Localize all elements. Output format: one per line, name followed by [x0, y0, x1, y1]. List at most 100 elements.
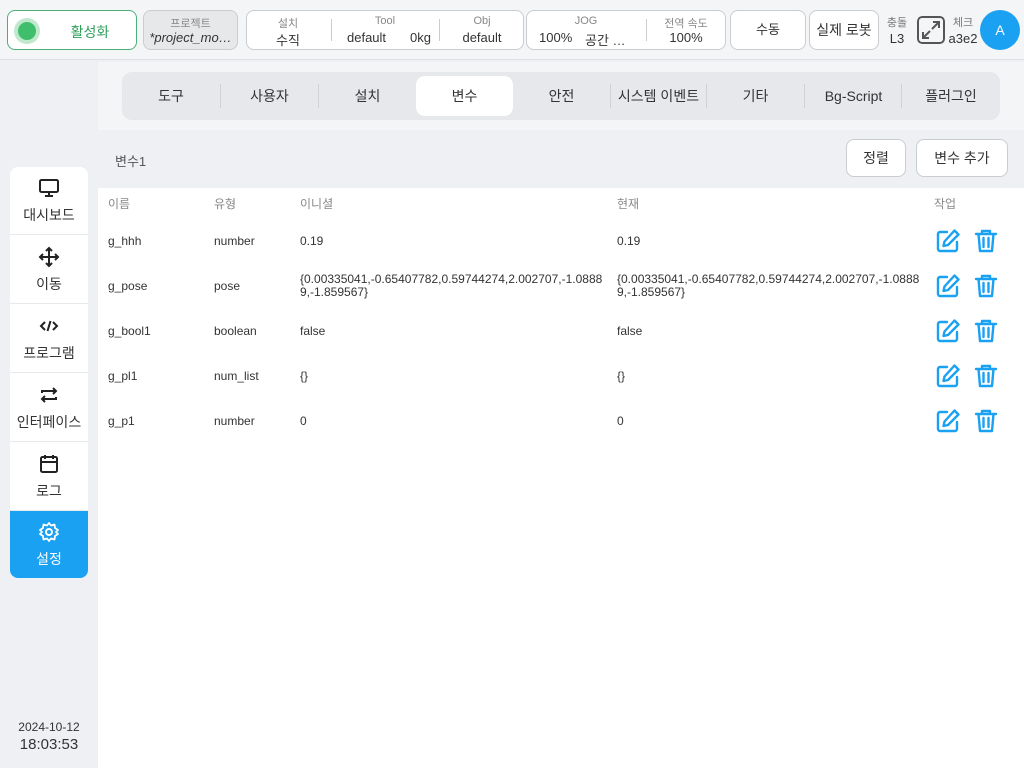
calendar-icon [40, 455, 58, 473]
activate-label: 활성화 [70, 24, 110, 40]
status-dot [18, 22, 36, 40]
column-header-initial: 이니셜 [300, 197, 334, 211]
project-name: *project_mo… [149, 30, 232, 45]
table-row: g_hhh number 0.19 0.19 [98, 218, 1024, 263]
tab-users[interactable]: 사용자 [221, 76, 318, 116]
jog-space: 공간 … [585, 33, 626, 48]
obj-value: default [462, 30, 502, 45]
trash-icon[interactable] [973, 228, 999, 254]
edit-icon[interactable] [935, 228, 961, 254]
sidebar-item-settings[interactable]: 설정 [10, 511, 88, 578]
sidebar-item-label: 로그 [36, 483, 62, 499]
trash-icon[interactable] [973, 408, 999, 434]
install-value: 수직 [276, 33, 300, 48]
tool-segment[interactable]: Tool default 0kg [333, 11, 437, 49]
variable-type: number [214, 234, 255, 248]
move-icon [38, 246, 60, 268]
edit-icon[interactable] [935, 408, 961, 434]
tool-load: 0kg [410, 30, 431, 45]
install-tool-obj-panel[interactable]: 설치 수직 Tool default 0kg Obj default [246, 10, 524, 50]
global-speed-title: 전역 속도 [664, 18, 708, 30]
install-segment[interactable]: 설치 수직 [247, 11, 329, 49]
add-variable-button[interactable]: 변수 추가 [916, 139, 1008, 177]
variable-type: boolean [214, 324, 257, 338]
tab-tools[interactable]: 도구 [122, 76, 220, 116]
tab-bg-script[interactable]: Bg-Script [805, 76, 902, 116]
collision-level[interactable]: 충돌 L3 [883, 14, 911, 46]
current-date: 2024-10-12 [18, 720, 80, 734]
table-row: g_pl1 num_list {} {} [98, 353, 1024, 398]
variable-type: pose [214, 279, 241, 293]
edit-icon[interactable] [935, 363, 961, 389]
global-speed-value: 100% [669, 30, 703, 45]
sidebar-item-program[interactable]: 프로그램 [10, 305, 88, 373]
table-row: g_pose pose {0.00335041,-0.65407782,0.59… [98, 263, 1024, 308]
table-row: g_p1 number 0 0 [98, 398, 1024, 443]
column-header-actions: 작업 [934, 197, 957, 211]
obj-segment[interactable]: Obj default [441, 11, 523, 49]
variable-current: {0.00335041,-0.65407782,0.59744274,2.002… [617, 272, 920, 299]
sidebar-item-label: 프로그램 [23, 345, 75, 361]
trash-icon[interactable] [973, 273, 999, 299]
tab-other[interactable]: 기타 [707, 76, 804, 116]
variable-initial: {} [300, 369, 309, 383]
check-title: 체크 [952, 17, 974, 29]
tab-plugins[interactable]: 플러그인 [902, 76, 1000, 116]
variable-type: num_list [214, 369, 259, 383]
avatar[interactable]: A [980, 10, 1020, 50]
current-time: 18:03:53 [19, 736, 79, 753]
tab-safety[interactable]: 안전 [513, 76, 610, 116]
variable-current: 0.19 [617, 234, 641, 248]
expand-icon[interactable] [917, 16, 945, 44]
jog-title: JOG [574, 15, 598, 27]
sidebar-item-label: 설정 [36, 551, 62, 567]
column-header-type: 유형 [214, 197, 237, 211]
sidebar-item-log[interactable]: 로그 [10, 443, 88, 511]
sidebar-item-move[interactable]: 이동 [10, 236, 88, 304]
trash-icon[interactable] [973, 363, 999, 389]
variable-name: g_pl1 [108, 369, 138, 383]
sort-button[interactable]: 정렬 [846, 139, 906, 177]
global-speed-segment[interactable]: 전역 속도 100% [647, 11, 725, 49]
variable-initial: {0.00335041,-0.65407782,0.59744274,2.002… [300, 272, 603, 299]
collision-value: L3 [889, 31, 905, 46]
datetime: 2024-10-12 18:03:53 [10, 720, 88, 753]
top-bar: 활성화 프로젝트 *project_mo… 설치 수직 Tool default… [0, 0, 1024, 60]
column-header-name: 이름 [108, 197, 131, 211]
trash-icon[interactable] [973, 318, 999, 344]
variables-title: 변수1 [115, 154, 147, 169]
variable-name: g_pose [108, 279, 148, 293]
sidebar: 대시보드 이동 프로그램 인터페이스 로그 설정 [10, 167, 88, 578]
variable-current: 0 [617, 414, 624, 428]
real-robot-button[interactable]: 실제 로봇 [809, 10, 879, 50]
checksum: 체크 a3e2 [946, 14, 980, 46]
edit-icon[interactable] [935, 318, 961, 344]
tab-variables[interactable]: 변수 [416, 76, 513, 116]
tool-title: Tool [374, 15, 396, 27]
variable-name: g_p1 [108, 414, 135, 428]
jog-speed-panel[interactable]: JOG 100% 공간 … 전역 속도 100% [526, 10, 726, 50]
tab-system-events[interactable]: 시스템 이벤트 [610, 76, 707, 116]
variable-current: {} [617, 369, 626, 383]
sidebar-item-interface[interactable]: 인터페이스 [10, 374, 88, 442]
variable-type: number [214, 414, 255, 428]
variable-initial: 0.19 [300, 234, 324, 248]
check-value: a3e2 [948, 31, 978, 46]
variable-name: g_bool1 [108, 324, 151, 338]
gear-icon [39, 522, 59, 542]
tab-installation[interactable]: 설치 [319, 76, 416, 116]
sidebar-item-label: 이동 [36, 276, 62, 292]
code-icon [39, 320, 59, 332]
project-selector[interactable]: 프로젝트 *project_mo… [143, 10, 238, 50]
collision-title: 충돌 [886, 17, 908, 29]
sidebar-item-label: 대시보드 [23, 207, 75, 223]
table-row: g_bool1 boolean false false [98, 308, 1024, 353]
column-header-current: 현재 [617, 197, 640, 211]
jog-segment[interactable]: JOG 100% 공간 … [527, 11, 645, 49]
sidebar-item-dashboard[interactable]: 대시보드 [10, 167, 88, 235]
edit-icon[interactable] [935, 273, 961, 299]
tabs-bar: 도구 사용자 설치 변수 안전 시스템 이벤트 기타 Bg-Script 플러그… [98, 62, 1024, 130]
variable-name: g_hhh [108, 234, 142, 248]
activate-button[interactable]: 활성화 [7, 10, 137, 50]
manual-mode-button[interactable]: 수동 [730, 10, 806, 50]
